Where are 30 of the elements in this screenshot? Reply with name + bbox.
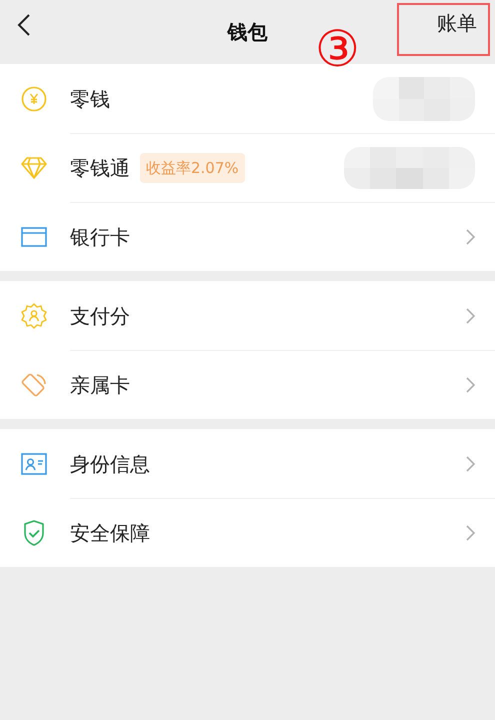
step-number: ③	[315, 24, 360, 74]
item-label: 身份信息	[70, 450, 150, 478]
badge-person-icon	[21, 302, 47, 328]
item-label: 零钱	[70, 86, 110, 112]
chevron-icon	[466, 456, 475, 472]
shield-check-icon	[23, 520, 45, 546]
menu-item[interactable]: 亲属卡	[0, 350, 495, 419]
menu-item[interactable]: 银行卡	[0, 202, 495, 271]
item-label: 亲属卡	[70, 372, 130, 399]
item-label: 安全保障	[70, 520, 150, 547]
item-label: 零钱通	[70, 155, 130, 182]
menu-item[interactable]: 安全保障	[0, 498, 495, 567]
item-label: 银行卡	[70, 224, 130, 251]
menu-item[interactable]: 零钱通 收益率2.07%	[0, 133, 495, 202]
back-icon[interactable]	[17, 13, 31, 37]
bills-link[interactable]: 账单	[437, 8, 477, 38]
page-title: 钱包	[228, 19, 268, 46]
menu-item[interactable]: 身份信息	[0, 429, 495, 498]
chevron-icon	[466, 525, 475, 541]
card-icon	[21, 226, 47, 246]
yield-badge: 收益率2.07%	[140, 152, 245, 184]
coin-icon	[21, 86, 47, 112]
chevron-icon	[466, 308, 475, 324]
menu-item[interactable]: 支付分	[0, 281, 495, 350]
cards-icon	[21, 372, 47, 398]
diamond-icon	[21, 156, 47, 178]
item-label: 支付分	[70, 302, 130, 330]
chevron-icon	[466, 229, 475, 245]
id-card-icon	[21, 452, 47, 474]
chevron-icon	[466, 377, 475, 393]
